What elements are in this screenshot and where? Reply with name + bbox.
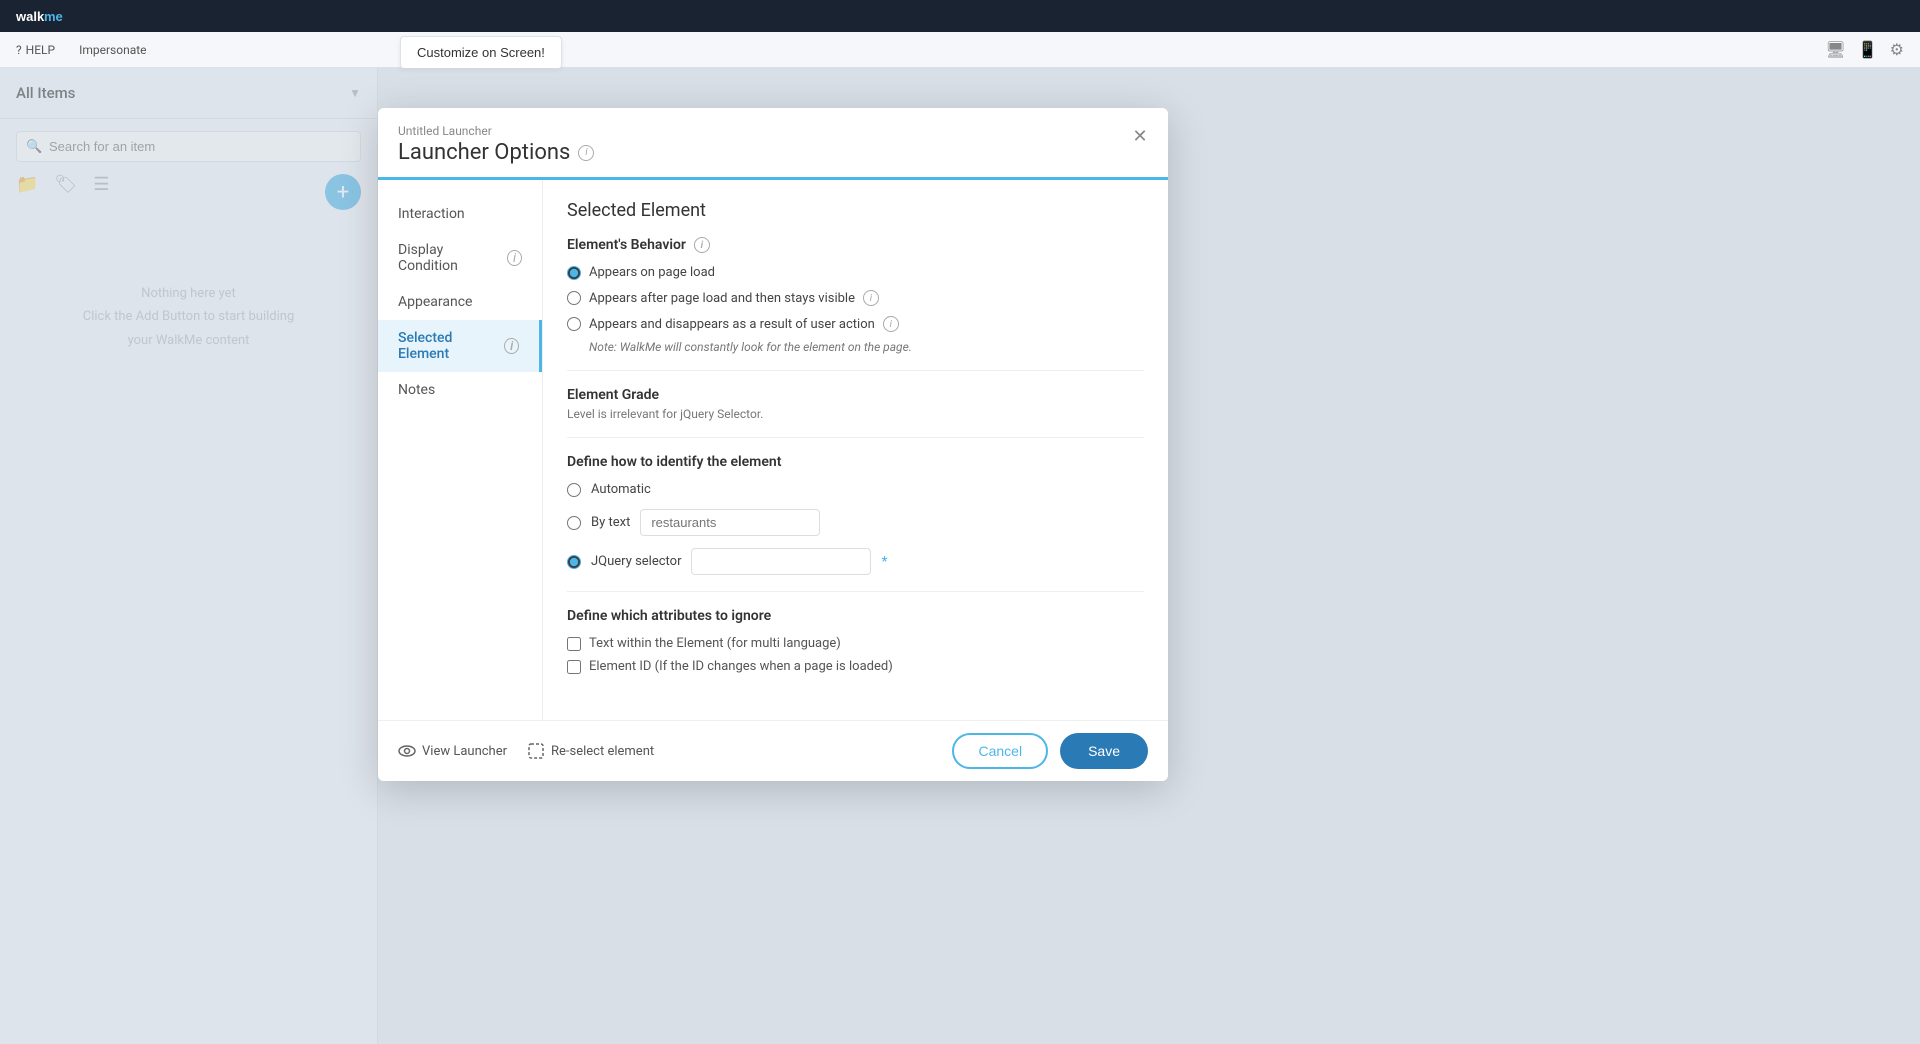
identify-radio-bytext[interactable] bbox=[567, 516, 581, 530]
tablet-icon[interactable]: 📱 bbox=[1858, 40, 1878, 59]
close-button[interactable]: ✕ bbox=[1128, 124, 1152, 148]
behavior-info-icon[interactable]: i bbox=[694, 237, 710, 253]
save-button[interactable]: Save bbox=[1060, 733, 1148, 769]
attributes-title: Define which attributes to ignore bbox=[567, 608, 1144, 624]
customize-on-screen-button[interactable]: Customize on Screen! bbox=[400, 36, 562, 69]
display-condition-info-icon[interactable]: i bbox=[507, 250, 522, 266]
nav-item-interaction[interactable]: Interaction bbox=[378, 196, 542, 232]
nav-item-selected-element[interactable]: Selected Element i bbox=[378, 320, 542, 372]
settings-icon[interactable]: ⚙ bbox=[1890, 40, 1904, 59]
reselect-element-link[interactable]: Re-select element bbox=[527, 742, 654, 760]
footer-left: View Launcher Re-select element bbox=[398, 742, 654, 760]
view-launcher-link[interactable]: View Launcher bbox=[398, 742, 507, 760]
behavior-option-2-info-icon[interactable]: i bbox=[883, 316, 899, 332]
identify-option-jquery[interactable]: JQuery selector * bbox=[567, 548, 1144, 575]
nav-item-notes[interactable]: Notes bbox=[378, 372, 542, 408]
identify-option-bytext[interactable]: By text bbox=[567, 509, 1144, 536]
svg-text:me: me bbox=[44, 9, 63, 24]
modal-title: Launcher Options i bbox=[398, 140, 1148, 177]
behavior-option-1[interactable]: Appears after page load and then stays v… bbox=[567, 290, 1144, 306]
walkme-logo: walk me bbox=[16, 8, 76, 24]
behavior-option-2[interactable]: Appears and disappears as a result of us… bbox=[567, 316, 1144, 332]
help-button[interactable]: ? HELP bbox=[16, 43, 55, 57]
nav-item-display-condition[interactable]: Display Condition i bbox=[378, 232, 542, 284]
attribute-option-1[interactable]: Element ID (If the ID changes when a pag… bbox=[567, 659, 1144, 674]
identify-option-automatic[interactable]: Automatic bbox=[567, 482, 1144, 497]
modal-header: Untitled Launcher Launcher Options i ✕ bbox=[378, 108, 1168, 180]
eye-icon bbox=[398, 742, 416, 760]
top-bar: walk me bbox=[0, 0, 1920, 32]
divider-3 bbox=[567, 591, 1144, 592]
nav-item-appearance[interactable]: Appearance bbox=[378, 284, 542, 320]
modal-content-area: Selected Element Element's Behavior i Ap… bbox=[543, 180, 1168, 720]
jquery-selector-input[interactable] bbox=[691, 548, 871, 575]
divider-1 bbox=[567, 370, 1144, 371]
identify-radio-jquery[interactable] bbox=[567, 555, 581, 569]
modal-sidebar: Interaction Display Condition i Appearan… bbox=[378, 180, 543, 720]
behavior-radio-group: Appears on page load Appears after page … bbox=[567, 265, 1144, 332]
identify-options: Automatic By text JQuery selector * bbox=[567, 482, 1144, 575]
behavior-radio-1[interactable] bbox=[567, 291, 581, 305]
attribute-checkbox-0[interactable] bbox=[567, 637, 581, 651]
behavior-option-1-info-icon[interactable]: i bbox=[863, 290, 879, 306]
bytext-input[interactable] bbox=[640, 509, 820, 536]
behavior-radio-2[interactable] bbox=[567, 317, 581, 331]
secondary-bar: ? HELP Impersonate 🖥 📱 ⚙ bbox=[0, 32, 1920, 68]
identify-radio-automatic[interactable] bbox=[567, 483, 581, 497]
cancel-button[interactable]: Cancel bbox=[952, 733, 1048, 769]
behavior-radio-0[interactable] bbox=[567, 266, 581, 280]
reselect-icon bbox=[527, 742, 545, 760]
behavior-title: Element's Behavior i bbox=[567, 237, 1144, 253]
identify-title: Define how to identify the element bbox=[567, 454, 1144, 470]
behavior-option-0[interactable]: Appears on page load bbox=[567, 265, 1144, 280]
modal-body: Interaction Display Condition i Appearan… bbox=[378, 180, 1168, 720]
behavior-note: Note: WalkMe will constantly look for th… bbox=[589, 340, 1144, 354]
divider-2 bbox=[567, 437, 1144, 438]
grade-title: Element Grade bbox=[567, 387, 1144, 403]
modal-title-info-icon[interactable]: i bbox=[578, 145, 594, 161]
launcher-options-modal: Untitled Launcher Launcher Options i ✕ I… bbox=[378, 108, 1168, 781]
footer-right: Cancel Save bbox=[952, 733, 1148, 769]
attributes-checkboxes: Text within the Element (for multi langu… bbox=[567, 636, 1144, 674]
impersonate-button[interactable]: Impersonate bbox=[79, 43, 146, 57]
device-icons: 🖥 📱 ⚙ bbox=[1825, 40, 1904, 59]
desktop-icon[interactable]: 🖥 bbox=[1825, 40, 1845, 59]
modal-footer: View Launcher Re-select element Cancel S… bbox=[378, 720, 1168, 781]
required-star-icon: * bbox=[881, 554, 887, 570]
section-title: Selected Element bbox=[567, 200, 1144, 221]
attribute-checkbox-1[interactable] bbox=[567, 660, 581, 674]
svg-text:walk: walk bbox=[16, 9, 45, 24]
modal-subtitle: Untitled Launcher bbox=[398, 124, 1148, 138]
grade-desc: Level is irrelevant for jQuery Selector. bbox=[567, 407, 1144, 421]
selected-element-info-icon[interactable]: i bbox=[504, 338, 519, 354]
attribute-option-0[interactable]: Text within the Element (for multi langu… bbox=[567, 636, 1144, 651]
